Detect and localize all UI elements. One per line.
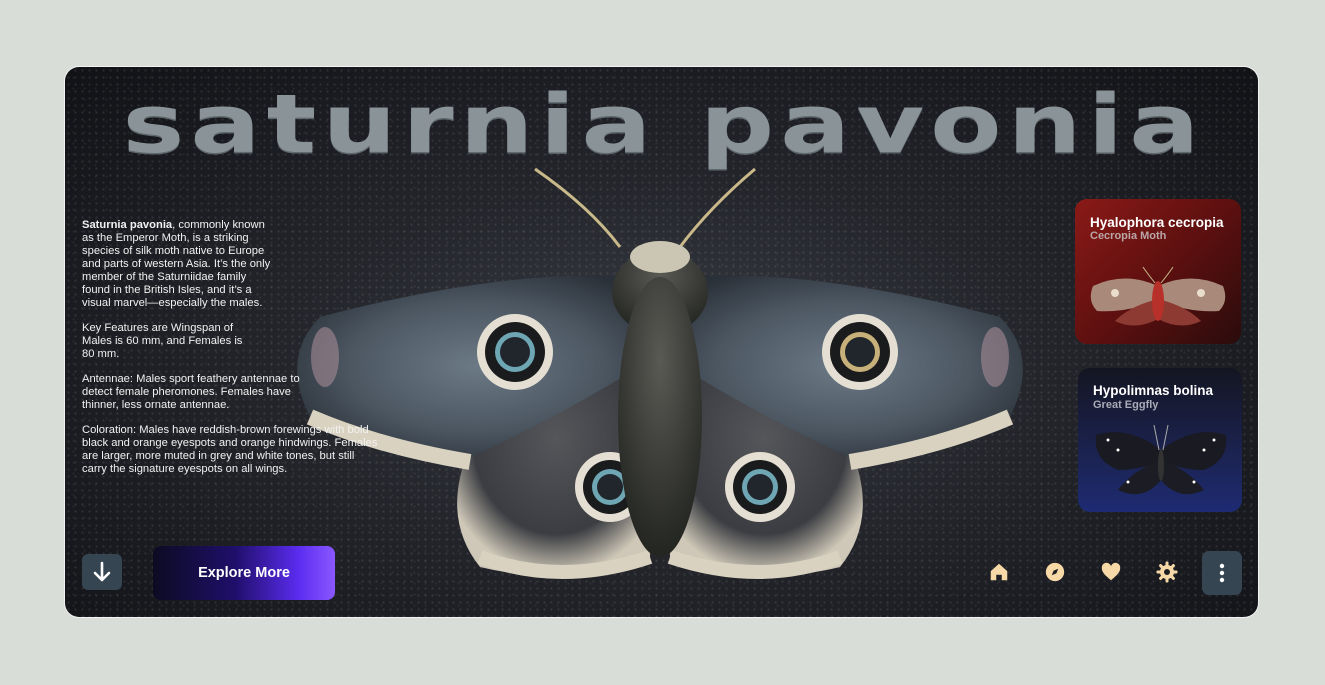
eggfly-butterfly-image (1095, 424, 1227, 495)
intro-text: , commonly known as the Emperor Moth, is… (82, 219, 271, 309)
related-common-name: Great Eggfly (1093, 399, 1159, 411)
related-common-name: Cecropia Moth (1090, 230, 1167, 242)
home-icon (990, 563, 1008, 581)
arrow-down-icon (93, 561, 111, 582)
nav-home[interactable] (987, 560, 1011, 584)
related-scientific-name: Hyalophora cecropia (1090, 215, 1224, 230)
antennae-text: Antennae: Males sport feathery antennae … (82, 373, 300, 411)
description: Saturnia pavonia, commonly known as the … (82, 219, 382, 488)
settings-icon (1156, 561, 1178, 583)
cecropia-moth-image (1090, 266, 1226, 326)
nav-settings[interactable] (1155, 560, 1179, 584)
nav-favorites[interactable] (1099, 560, 1123, 584)
scroll-down-button[interactable] (82, 554, 122, 590)
coloration-text: Coloration: Males have reddish-brown for… (82, 424, 378, 475)
compass-icon (1045, 562, 1065, 582)
more-options-button[interactable] (1202, 551, 1242, 595)
species-name: Saturnia pavonia (82, 219, 173, 231)
nav-explore[interactable] (1043, 560, 1067, 584)
related-card-cecropia[interactable]: Hyalophora cecropia Cecropia Moth (1075, 199, 1241, 344)
related-card-eggfly[interactable]: Hypolimnas bolina Great Eggfly (1078, 368, 1242, 512)
hero-card: Saturnia Pavonia (65, 67, 1258, 617)
heart-icon (1101, 562, 1121, 581)
more-vertical-icon (1219, 563, 1225, 583)
description-intro: Saturnia pavonia, commonly known as the … (82, 219, 272, 310)
related-scientific-name: Hypolimnas bolina (1093, 383, 1214, 398)
key-features-text: Key Features are Wingspan of Males is 60… (82, 322, 243, 360)
explore-more-button[interactable]: Explore More (153, 546, 335, 600)
